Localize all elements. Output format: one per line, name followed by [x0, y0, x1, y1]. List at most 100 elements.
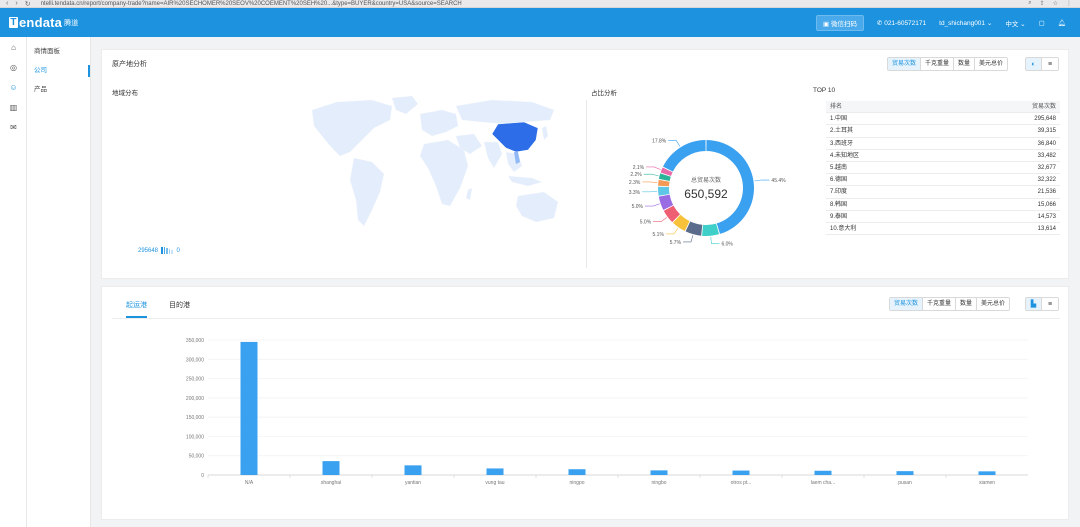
- logo-mark: T: [9, 17, 18, 28]
- logo-cn: 腾道: [64, 19, 79, 27]
- user-menu[interactable]: td_shichang001 ⌄: [939, 19, 992, 27]
- bell-icon[interactable]: 🔔︎: [1058, 19, 1066, 27]
- wechat-scan-button[interactable]: ▣ 微信扫码: [815, 14, 864, 31]
- map-legend: 295648 0: [138, 247, 180, 254]
- donut-slice[interactable]: [663, 140, 706, 172]
- metric-quantity-button[interactable]: 数量: [956, 298, 978, 310]
- top10-row[interactable]: 1.中国 295,648: [826, 113, 1060, 126]
- bar[interactable]: [404, 465, 422, 475]
- metric-weight-button[interactable]: 千克重量: [921, 58, 955, 70]
- tab-underline: [112, 318, 1060, 319]
- donut-icon[interactable]: ◐: [1026, 58, 1042, 70]
- app-header: T endata 腾道 ▣ 微信扫码 ✆ 021-60572171 td_shi…: [0, 8, 1080, 37]
- phone-number: ✆ 021-60572171: [876, 19, 927, 27]
- donut-slice-label: 45.4%: [771, 178, 786, 184]
- sidebar-item-company[interactable]: 公司: [27, 61, 90, 80]
- forward-icon[interactable]: ›: [15, 0, 17, 7]
- bookmark-icon[interactable]: ☆: [1053, 0, 1058, 7]
- donut-slice-label: 2.2%: [630, 172, 642, 178]
- bar-chart-icon[interactable]: ▙: [1026, 298, 1042, 310]
- share-icon[interactable]: ⇪: [1040, 0, 1045, 7]
- menu-icon[interactable]: ⋮: [1066, 0, 1072, 7]
- view-toggle: ▙ ≡: [1025, 297, 1059, 311]
- donut-slice-label: 5.1%: [653, 232, 665, 238]
- home-icon[interactable]: ⌂: [0, 37, 27, 57]
- bar[interactable]: [732, 470, 750, 475]
- x-tick-label: ningbo: [651, 480, 666, 486]
- message-icon[interactable]: ▢: [1039, 19, 1045, 27]
- bar[interactable]: [322, 461, 340, 475]
- top10-row[interactable]: 7.印度 21,536: [826, 186, 1060, 199]
- language-select[interactable]: 中文 ⌄: [1005, 18, 1025, 28]
- top10-country: 7.印度: [830, 189, 848, 196]
- address-bar[interactable]: ntelli.tendata.cn/report/company-trade?n…: [41, 1, 462, 7]
- map-section-label: 地域分布: [112, 90, 138, 97]
- donut-center-label: 总贸易次数: [691, 176, 721, 184]
- x-tick-label: yantian: [405, 480, 421, 486]
- metric-usd-button[interactable]: 美元总价: [975, 58, 1008, 70]
- donut-leader-line: [665, 227, 679, 235]
- chart-icon[interactable]: ▥: [0, 97, 27, 117]
- top10-row[interactable]: 4.未知地区 33,482: [826, 150, 1060, 162]
- donut-slice-label: 5.0%: [632, 204, 644, 210]
- metric-usd-button[interactable]: 美元总价: [977, 298, 1010, 310]
- origin-analysis-card: 原产地分析 贸易次数 千克重量 数量 美元总价 ◐ ≡ 地域分布 295648 …: [101, 49, 1069, 279]
- ratio-section-label: 占比分析: [591, 90, 617, 97]
- sidebar-item-product[interactable]: 产品: [27, 80, 90, 99]
- back-icon[interactable]: ‹: [6, 0, 8, 7]
- bar[interactable]: [568, 469, 586, 475]
- top10-row[interactable]: 8.韩国 15,066: [826, 199, 1060, 211]
- top10-value: 32,322: [1037, 177, 1056, 184]
- port-bar-chart[interactable]: 0 50,000 100,000 150,000 200,000 250,000 300,0…: [162, 332, 1042, 502]
- tab-origin-port[interactable]: 起运港: [126, 300, 147, 318]
- bar[interactable]: [978, 471, 996, 475]
- tab-destination-port[interactable]: 目的港: [169, 300, 190, 318]
- y-tick-label: 350,000: [186, 338, 204, 344]
- mail-icon[interactable]: ✉: [0, 117, 27, 137]
- sidebar-item-dashboard[interactable]: 商情面板: [27, 42, 90, 61]
- donut-slice-label: 5.7%: [670, 240, 682, 246]
- bar[interactable]: [814, 470, 832, 475]
- map-indonesia: [507, 175, 543, 187]
- y-tick-label: 200,000: [186, 396, 204, 402]
- donut-leader-line: [668, 140, 681, 147]
- metric-trade-count-button[interactable]: 贸易次数: [890, 298, 924, 310]
- top10-row[interactable]: 5.越南 32,677: [826, 162, 1060, 175]
- world-map[interactable]: [292, 92, 562, 252]
- donut-slice[interactable]: [702, 223, 720, 236]
- x-tick-label: vung tau: [485, 480, 504, 486]
- bar[interactable]: [650, 470, 668, 475]
- bar[interactable]: [486, 468, 504, 475]
- target-icon[interactable]: ◎: [0, 57, 27, 77]
- card-title: 原产地分析: [112, 61, 147, 68]
- list-icon[interactable]: ≡: [1042, 58, 1058, 70]
- donut-slice[interactable]: [658, 186, 670, 196]
- top10-row[interactable]: 9.泰国 14,573: [826, 211, 1060, 223]
- top10-country: 3.西班牙: [830, 140, 854, 147]
- wechat-icon: ▣: [822, 20, 831, 28]
- metric-weight-button[interactable]: 千克重量: [923, 298, 957, 310]
- bar[interactable]: [896, 471, 914, 475]
- zoom-icon[interactable]: ⌕: [1028, 0, 1031, 7]
- users-icon[interactable]: ☺: [0, 77, 27, 97]
- list-icon[interactable]: ≡: [1042, 298, 1058, 310]
- donut-leader-line: [646, 166, 661, 170]
- bar[interactable]: [240, 341, 258, 475]
- metric-quantity-button[interactable]: 数量: [954, 58, 976, 70]
- top10-row[interactable]: 6.德国 32,322: [826, 174, 1060, 187]
- share-donut-chart[interactable]: 45.4%6.0%5.7%5.1%5.0%5.0%3.3%2.3%2.2%2.1…: [622, 125, 812, 255]
- sidebar-menu: 商情面板 公司 产品: [27, 37, 91, 527]
- top10-country: 1.中国: [830, 116, 848, 123]
- port-tabs: 起运港 目的港: [126, 300, 190, 318]
- top10-row[interactable]: 10.意大利 13,614: [826, 223, 1060, 236]
- reload-icon[interactable]: ↻: [25, 0, 31, 8]
- logo[interactable]: T endata 腾道: [9, 15, 79, 30]
- top10-row[interactable]: 3.西班牙 36,840: [826, 138, 1060, 150]
- legend-min-value: 0: [176, 247, 180, 254]
- metric-trade-count-button[interactable]: 贸易次数: [888, 58, 922, 70]
- x-tick-label: pusan: [898, 480, 912, 486]
- sidebar-icon-rail: ⌂ ◎ ☺ ▥ ✉: [0, 37, 27, 527]
- donut-slice[interactable]: [658, 179, 670, 187]
- top10-row[interactable]: 2.土耳其 39,315: [826, 125, 1060, 138]
- map-russia: [455, 99, 555, 125]
